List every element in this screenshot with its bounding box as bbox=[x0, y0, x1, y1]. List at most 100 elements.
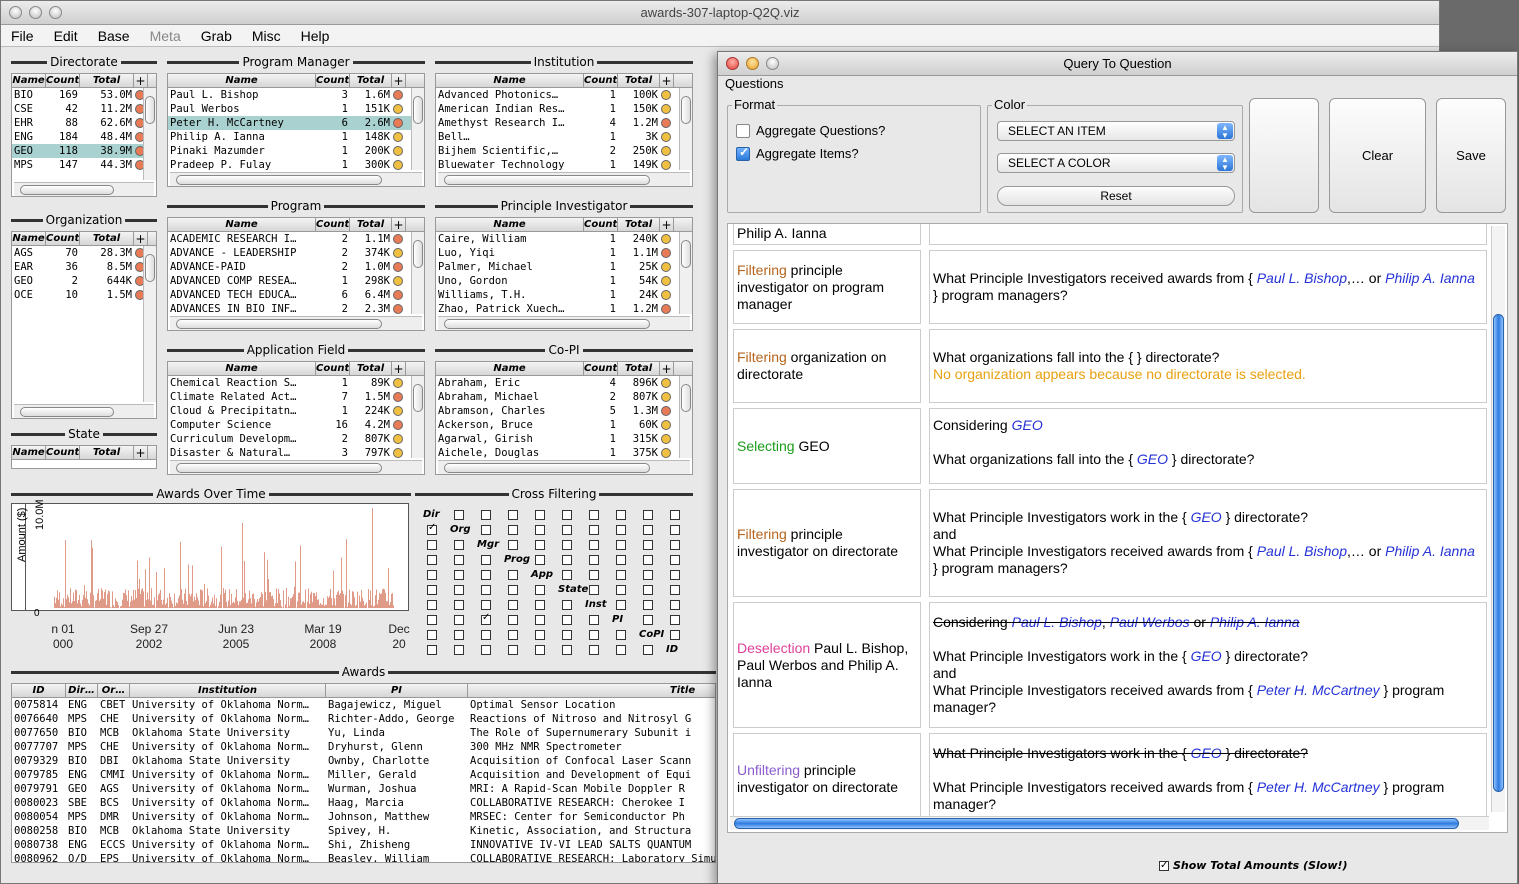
table-row[interactable]: 0079791 GEO AGS University of Oklahoma Norm… bbox=[12, 782, 715, 796]
cross-filter-checkbox[interactable] bbox=[643, 555, 653, 565]
clear-button[interactable]: Clear bbox=[1329, 98, 1426, 213]
horizontal-scrollbar[interactable] bbox=[438, 172, 690, 186]
aggregate-items-box[interactable] bbox=[736, 145, 750, 161]
table-row[interactable]: ENG 184 48.4M bbox=[12, 130, 156, 144]
table-row[interactable]: GEO 118 38.9M bbox=[12, 144, 156, 158]
vertical-scrollbar[interactable] bbox=[679, 88, 692, 170]
cross-filter-checkbox[interactable] bbox=[562, 630, 572, 640]
cross-filter-checkbox[interactable] bbox=[535, 600, 545, 610]
table-row[interactable]: Abramson, Charles 5 1.3M bbox=[436, 404, 692, 418]
select-color-dropdown[interactable]: SELECT A COLOR ▲ ▼ bbox=[997, 153, 1235, 173]
menu-file[interactable]: File bbox=[1, 25, 44, 46]
blank-button[interactable] bbox=[1249, 98, 1319, 213]
cross-filter-checkbox[interactable] bbox=[481, 612, 491, 625]
column-header-count[interactable]: Count bbox=[46, 74, 80, 87]
minimize-button[interactable] bbox=[29, 6, 42, 19]
cross-filter-checkbox[interactable] bbox=[589, 585, 599, 595]
cross-filter-checkbox[interactable] bbox=[589, 540, 599, 550]
scroll-thumb[interactable] bbox=[681, 96, 691, 124]
show-total-checkbox[interactable]: ✓ bbox=[1159, 860, 1169, 871]
scroll-thumb[interactable] bbox=[413, 240, 423, 268]
table-row[interactable]: 0076640 MPS CHE University of Oklahoma Norm… bbox=[12, 712, 715, 726]
save-button[interactable]: Save bbox=[1436, 98, 1506, 213]
cross-filter-checkbox[interactable] bbox=[481, 510, 491, 520]
table-row[interactable]: Peter H. McCartney 6 2.6M bbox=[168, 116, 424, 130]
menu-help[interactable]: Help bbox=[291, 25, 340, 46]
horizontal-scrollbar[interactable] bbox=[438, 460, 690, 474]
cross-filter-checkbox[interactable] bbox=[454, 615, 464, 625]
table-row[interactable]: ADVANCED COMP RESEA… 1 298K bbox=[168, 274, 424, 288]
cross-filter-checkbox[interactable] bbox=[562, 645, 572, 655]
column-header-count[interactable]: Count bbox=[46, 232, 80, 245]
cross-filter-checkbox[interactable] bbox=[427, 540, 437, 550]
q2q-minimize-button[interactable] bbox=[746, 57, 759, 70]
cross-filter-checkbox[interactable] bbox=[508, 525, 518, 535]
cross-filter-checkbox[interactable] bbox=[508, 585, 518, 595]
column-header-total[interactable]: Total bbox=[350, 362, 392, 375]
table-row[interactable]: 0077650 BIO MCB Oklahoma State University Yu… bbox=[12, 726, 715, 740]
cross-filter-checkbox[interactable] bbox=[589, 555, 599, 565]
cross-filter-checkbox[interactable] bbox=[562, 525, 572, 535]
table-row[interactable]: Bell… 1 3K bbox=[436, 130, 692, 144]
table-row[interactable]: MPS 147 44.3M bbox=[12, 158, 156, 172]
scroll-thumb[interactable] bbox=[681, 384, 691, 412]
column-header-name[interactable]: Name bbox=[168, 362, 316, 375]
table-row[interactable]: Curriculum Developm… 2 807K bbox=[168, 432, 424, 446]
table-row[interactable]: GEO 2 644K bbox=[12, 274, 156, 288]
cross-filter-checkbox[interactable] bbox=[535, 525, 545, 535]
column-header-total[interactable]: Total bbox=[80, 74, 134, 87]
table-row[interactable]: Advanced Photonics… 1 100K bbox=[436, 88, 692, 102]
horizontal-scrollbar[interactable] bbox=[14, 182, 154, 196]
table-row[interactable]: Cloud & Precipitatn… 1 224K bbox=[168, 404, 424, 418]
table-row[interactable]: Paul Werbos 1 151K bbox=[168, 102, 424, 116]
cross-filter-checkbox[interactable] bbox=[643, 540, 653, 550]
table-row[interactable]: EHR 88 62.6M bbox=[12, 116, 156, 130]
table-row[interactable]: Philip A. Ianna 1 148K bbox=[168, 130, 424, 144]
cross-filter-checkbox[interactable] bbox=[454, 630, 464, 640]
awards-column-header[interactable]: PI bbox=[326, 684, 468, 697]
cross-filter-checkbox[interactable] bbox=[535, 555, 545, 565]
cross-filter-checkbox[interactable] bbox=[508, 510, 518, 520]
question-row[interactable]: Unfiltering principle investigator on di… bbox=[733, 733, 1487, 825]
table-row[interactable]: Uno, Gordon 1 54K bbox=[436, 274, 692, 288]
q2q-zoom-button[interactable] bbox=[766, 57, 779, 70]
table-row[interactable]: 0080054 MPS DMR University of Oklahoma Norm… bbox=[12, 810, 715, 824]
column-header-count[interactable]: Count bbox=[584, 362, 618, 375]
cross-filter-checkbox[interactable] bbox=[643, 585, 653, 595]
question-row[interactable]: Filtering organization on directorate Wh… bbox=[733, 329, 1487, 403]
cross-filter-checkbox[interactable] bbox=[616, 585, 626, 595]
cross-filter-checkbox[interactable] bbox=[427, 600, 437, 610]
awards-column-header[interactable]: Or… bbox=[98, 684, 130, 697]
scroll-thumb[interactable] bbox=[681, 240, 691, 268]
cross-filter-checkbox[interactable] bbox=[616, 525, 626, 535]
scroll-thumb[interactable] bbox=[20, 407, 114, 417]
cross-filter-checkbox[interactable] bbox=[616, 600, 626, 610]
vertical-scrollbar[interactable] bbox=[143, 246, 156, 402]
column-header-total[interactable]: Total bbox=[80, 446, 134, 459]
cross-filter-checkbox[interactable] bbox=[454, 555, 464, 565]
table-row[interactable]: Amethyst Research I… 4 1.2M bbox=[436, 116, 692, 130]
cross-filter-checkbox[interactable] bbox=[535, 645, 545, 655]
scroll-thumb[interactable] bbox=[413, 384, 423, 412]
cross-filter-checkbox[interactable] bbox=[481, 525, 491, 535]
scroll-thumb[interactable] bbox=[1493, 314, 1504, 792]
column-header-name[interactable]: Name bbox=[12, 446, 46, 459]
table-row[interactable]: Agarwal, Girish 1 315K bbox=[436, 432, 692, 446]
cross-filter-checkbox[interactable] bbox=[481, 630, 491, 640]
menu-misc[interactable]: Misc bbox=[242, 25, 291, 46]
cross-filter-checkbox[interactable] bbox=[535, 585, 545, 595]
cross-filter-checkbox[interactable] bbox=[670, 555, 680, 565]
cross-filter-checkbox[interactable] bbox=[454, 585, 464, 595]
close-button[interactable] bbox=[9, 6, 22, 19]
table-row[interactable]: 0079329 BIO DBI Oklahoma State University Ow… bbox=[12, 754, 715, 768]
cross-filter-checkbox[interactable] bbox=[508, 600, 518, 610]
cross-filter-checkbox[interactable] bbox=[670, 510, 680, 520]
cross-filter-checkbox[interactable] bbox=[481, 645, 491, 655]
cross-filter-checkbox[interactable] bbox=[643, 510, 653, 520]
select-item-dropdown[interactable]: SELECT AN ITEM ▲ ▼ bbox=[997, 121, 1235, 141]
awards-over-time-chart[interactable]: Amount ($) 10.0M 0 bbox=[11, 499, 409, 619]
cross-filter-checkbox[interactable] bbox=[616, 555, 626, 565]
table-row[interactable]: ADVANCED TECH EDUCA… 6 6.4M bbox=[168, 288, 424, 302]
scroll-thumb[interactable] bbox=[176, 175, 382, 185]
table-row[interactable]: ADVANCES IN BIO INF… 2 2.3M bbox=[168, 302, 424, 316]
